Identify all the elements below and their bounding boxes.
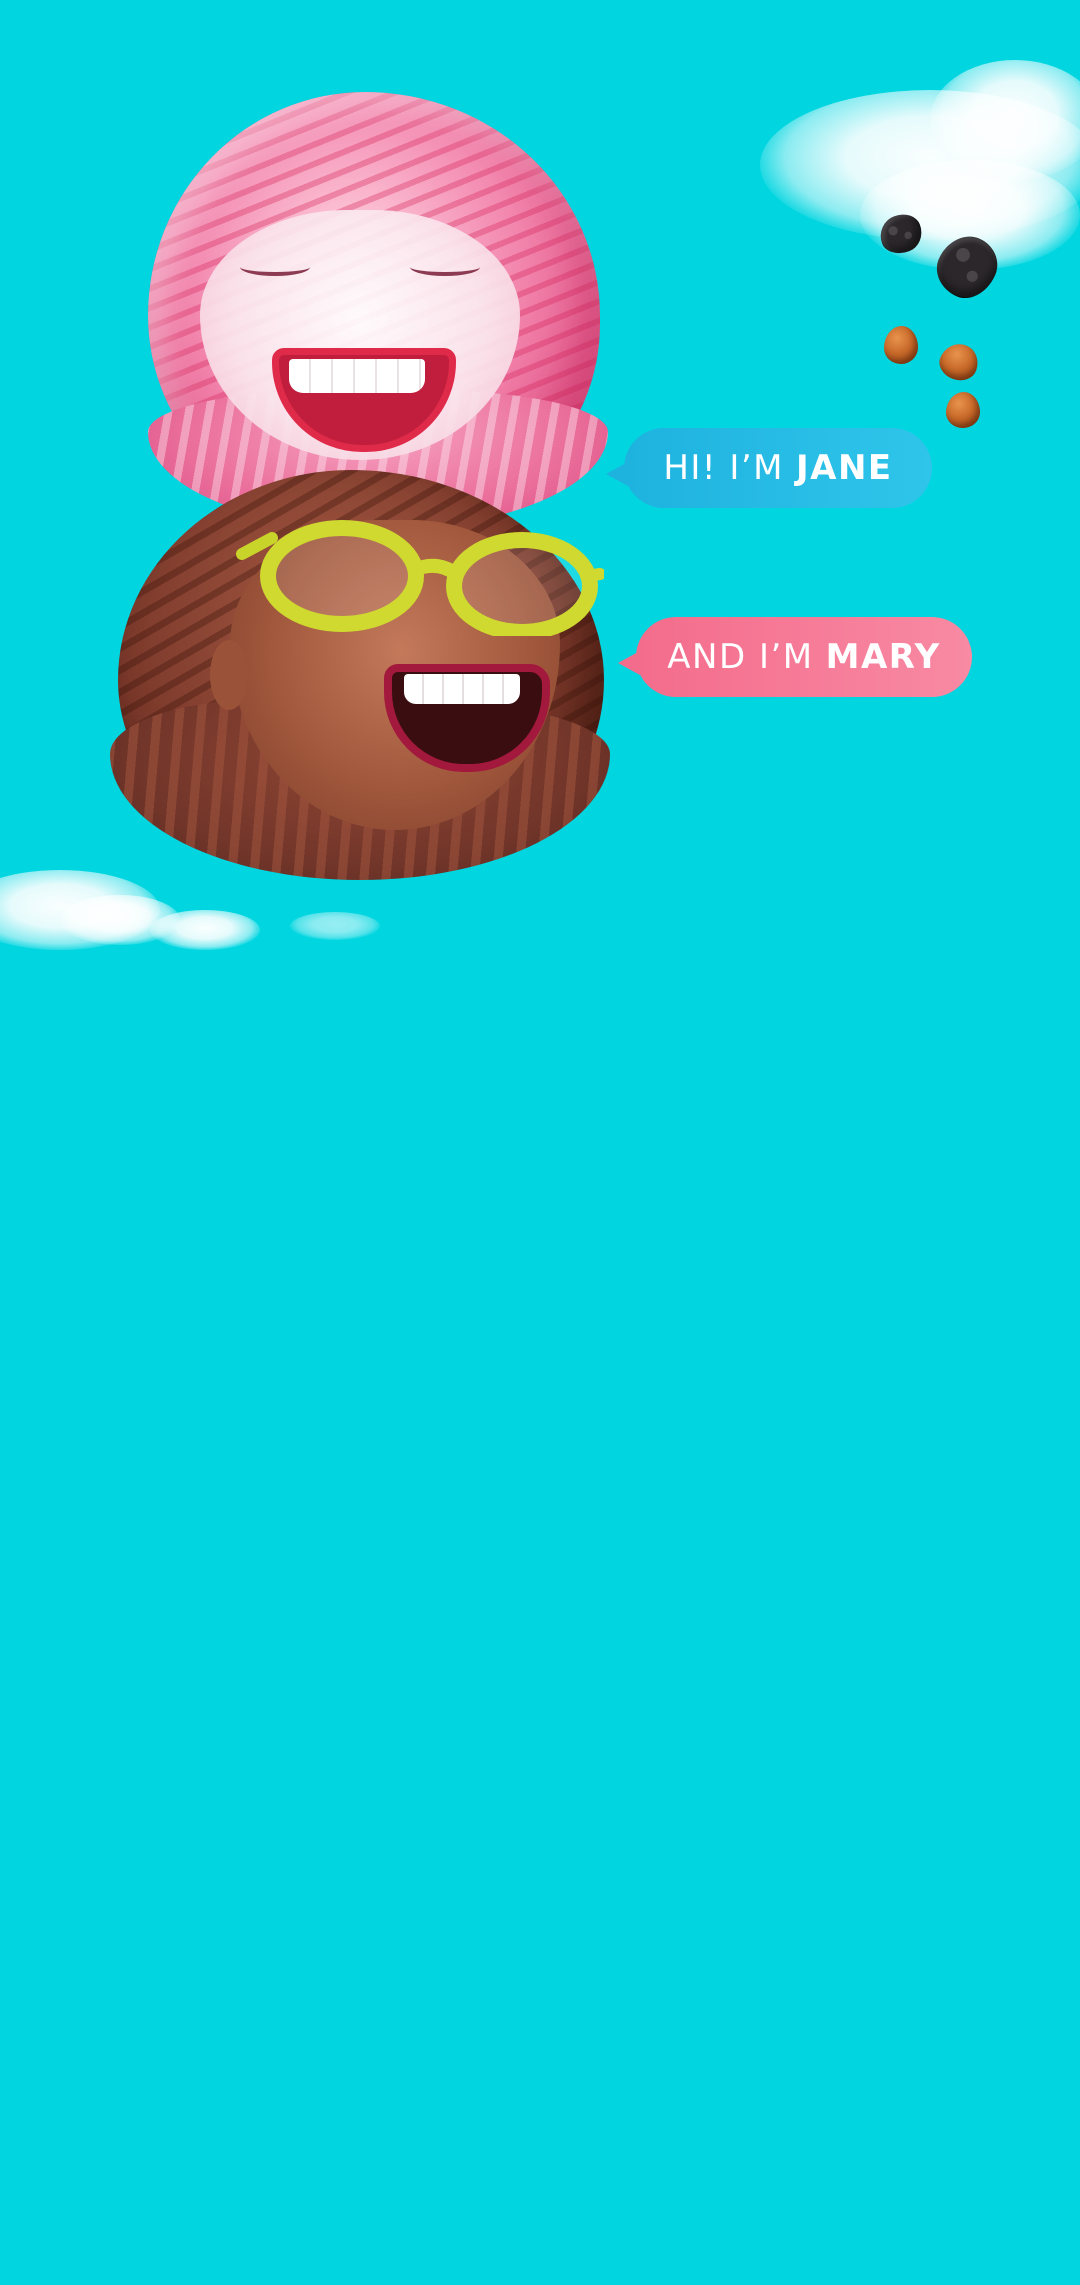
cloud-puff (290, 912, 380, 940)
jane-eye-right (410, 258, 480, 276)
jane-speech-bubble: HI! I’M JANE (606, 428, 932, 508)
hazelnut-icon (934, 338, 984, 386)
jane-eye-left (240, 258, 310, 276)
mary-speech-bubble: AND I’M MARY (618, 617, 972, 697)
splash-screen: HI! I’M JANE AND I’M MARY (0, 0, 1080, 2285)
jane-greeting-text: HI! I’M (663, 448, 785, 488)
jane-name: JANE (796, 448, 893, 488)
bubble-tail (606, 462, 628, 486)
bubble-tail (618, 651, 640, 675)
jane-teeth (289, 359, 425, 393)
hazelnut-icon (884, 326, 918, 364)
mary-greeting-text: AND I’M (667, 637, 814, 677)
glasses-icon (236, 520, 604, 636)
mary-teeth (404, 674, 520, 704)
mary-ear (210, 640, 248, 710)
hazelnut-icon (946, 392, 980, 428)
mary-name: MARY (825, 637, 941, 677)
cloud-puff (150, 910, 260, 950)
